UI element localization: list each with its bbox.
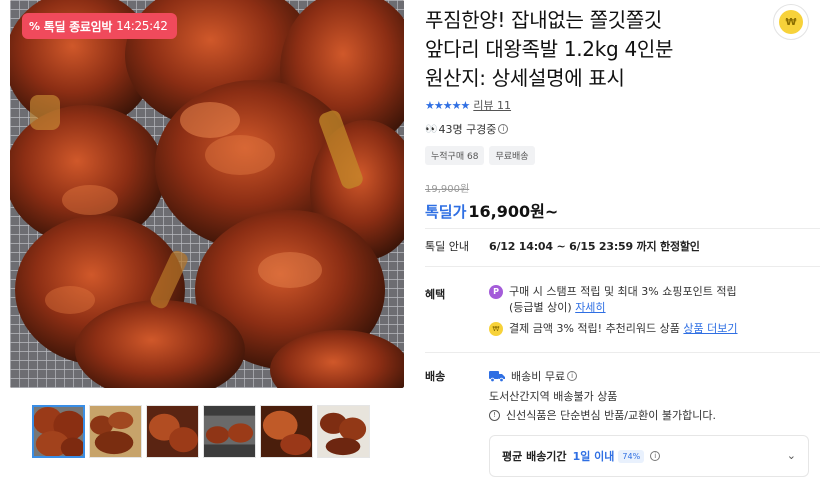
main-product-image[interactable] — [10, 0, 404, 388]
point-benefit-text: 구매 시 스탬프 적립 및 최대 3% 쇼핑포인트 적립 — [509, 285, 737, 298]
delivery-percent-pill: 74% — [618, 449, 645, 463]
percent-icon: % — [29, 19, 40, 33]
viewers-count: 43명 구경중 — [438, 123, 497, 136]
region-restriction-text: 도서산간지역 배송불가 상품 — [489, 390, 618, 403]
deal-info-period: 6/12 14:04 ~ 6/15 23:59 까지 한정할인 — [489, 240, 700, 253]
fresh-food-notice: ! 신선식품은 단순변심 반품/교환이 불가합니다. — [489, 407, 716, 423]
point-benefit: P 구매 시 스탬프 적립 및 최대 3% 쇼핑포인트 적립 (등급별 상이) … — [489, 284, 809, 316]
thumbnail-4[interactable] — [203, 405, 256, 458]
title-line-3: 원산지: 상세설명에 표시 — [425, 66, 625, 90]
eyes-icon: 👀 — [425, 123, 438, 135]
deal-info-row: 톡딜 안내 6/12 14:04 ~ 6/15 23:59 까지 한정할인 — [425, 238, 700, 254]
product-title: 푸짐한양! 잡내없는 쫄깃쫄깃 앞다리 대왕족발 1.2kg 4인분 원산지: … — [425, 6, 745, 93]
truck-icon — [489, 371, 505, 382]
deal-ending-badge: % 톡딜 종료임박 14:25:42 — [22, 13, 177, 39]
details-link[interactable]: 자세히 — [575, 301, 605, 314]
shipping-fee-row: 배송비 무료 i — [489, 368, 578, 384]
benefits-label: 혜택 — [425, 288, 446, 301]
thumbnail-1[interactable] — [32, 405, 85, 458]
braised-pork-hock-photo — [10, 0, 404, 388]
thumbnail-strip — [32, 405, 370, 458]
deal-info-label: 톡딜 안내 — [425, 240, 469, 253]
cumulative-purchase-chip: 누적구매 68 — [425, 146, 485, 165]
shipping-fee-text: 배송비 무료 — [511, 370, 566, 383]
title-line-1: 푸짐한양! 잡내없는 쫄깃쫄깃 — [425, 8, 663, 32]
info-icon[interactable]: i — [650, 451, 661, 461]
title-line-2: 앞다리 대왕족발 1.2kg 4인분 — [425, 37, 674, 61]
point-benefit-note: (등급별 상이) — [509, 301, 572, 314]
viewers-row: 👀 43명 구경중 i — [425, 121, 509, 137]
reward-benefit-text: 결제 금액 3% 적립! 추천리워드 상품 — [509, 322, 680, 335]
free-shipping-chip: 무료배송 — [489, 146, 535, 165]
review-link[interactable]: 리뷰 11 — [473, 97, 511, 113]
coin-share-icon: ₩ — [779, 10, 803, 34]
divider — [425, 352, 820, 353]
average-delivery-label: 평균 배송기간 — [502, 450, 567, 463]
share-button[interactable]: ₩ — [773, 4, 809, 40]
coin-icon: ₩ — [489, 322, 503, 336]
thumbnail-2[interactable] — [89, 405, 142, 458]
deal-badge-label: 톡딜 종료임박 — [43, 19, 113, 34]
original-price: 19,900원 — [425, 184, 470, 195]
shipping-label: 배송 — [425, 370, 446, 383]
info-icon[interactable]: i — [567, 371, 578, 381]
sale-price-row: 톡딜가 16,900원~ — [425, 198, 558, 222]
average-delivery-value: 1일 이내 — [572, 450, 615, 463]
thumbnail-3[interactable] — [146, 405, 199, 458]
divider — [425, 228, 820, 229]
sale-price-label: 톡딜가 — [425, 203, 467, 221]
chevron-down-icon: ⌄ — [786, 449, 796, 462]
rating-row: ★★★★★ 리뷰 11 — [425, 97, 511, 113]
star-rating: ★★★★★ — [425, 98, 470, 112]
info-icon[interactable]: i — [498, 124, 509, 134]
thumbnail-5[interactable] — [260, 405, 313, 458]
product-chips: 누적구매 68 무료배송 — [425, 146, 535, 165]
warning-icon: ! — [489, 409, 500, 421]
average-delivery-dropdown[interactable]: 평균 배송기간 1일 이내 74% i ⌄ — [489, 435, 809, 477]
more-products-link[interactable]: 상품 더보기 — [683, 322, 737, 335]
thumbnail-6[interactable] — [317, 405, 370, 458]
deal-countdown-timer: 14:25:42 — [116, 19, 168, 33]
fresh-food-notice-text: 신선식품은 단순변심 반품/교환이 불가합니다. — [506, 409, 716, 422]
reward-benefit: ₩ 결제 금액 3% 적립! 추천리워드 상품 상품 더보기 — [489, 321, 809, 337]
point-icon: P — [489, 285, 503, 299]
divider — [425, 266, 820, 267]
sale-price: 16,900원~ — [468, 202, 559, 221]
